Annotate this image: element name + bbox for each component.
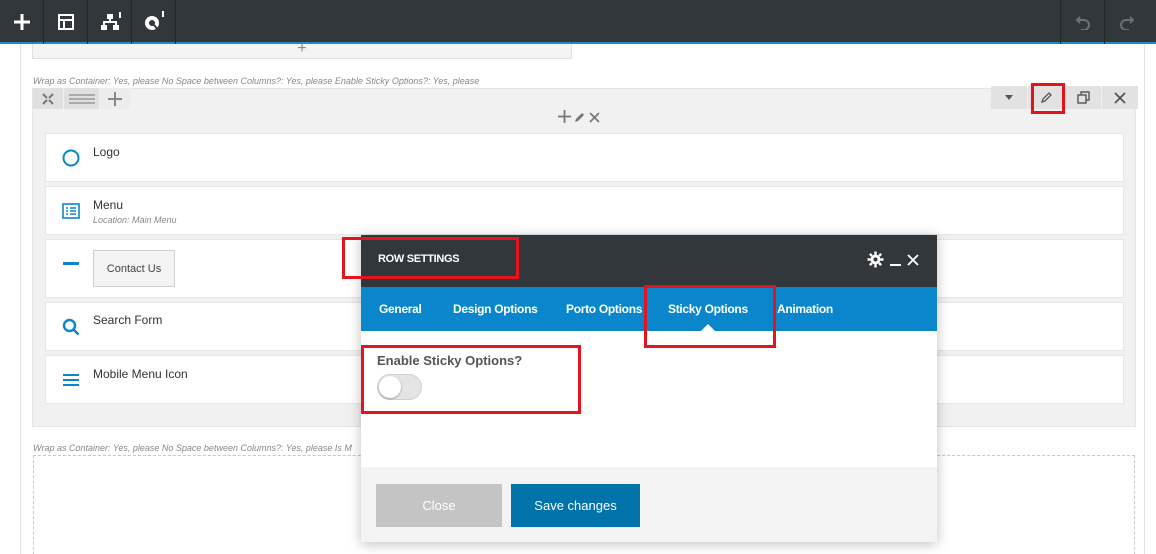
close-button[interactable]: Close xyxy=(376,484,502,527)
column-edit-pencil-icon[interactable] xyxy=(574,110,586,126)
clone-icon[interactable] xyxy=(1065,86,1101,109)
drag-handle-icon[interactable] xyxy=(64,88,100,109)
add-element-icon[interactable] xyxy=(0,0,44,44)
close-icon[interactable] xyxy=(907,253,919,271)
element-subtitle: Location: Main Menu xyxy=(93,215,177,225)
tab-sticky-options[interactable]: Sticky Options xyxy=(668,287,748,331)
delete-row-icon[interactable] xyxy=(1102,86,1138,109)
element-title: Menu xyxy=(93,198,124,212)
row-meta-info-2: Wrap as Container: Yes, please No Space … xyxy=(33,443,352,453)
modal-header-icons xyxy=(867,251,919,273)
tab-design-options[interactable]: Design Options xyxy=(453,287,538,331)
brand-icon[interactable] xyxy=(132,0,176,44)
sticky-options-label: Enable Sticky Options? xyxy=(377,353,523,368)
sticky-options-toggle[interactable] xyxy=(377,374,422,400)
top-toolbar xyxy=(0,0,1156,44)
element-logo[interactable]: Logo xyxy=(45,133,1124,182)
list-icon xyxy=(60,200,82,222)
row-meta-info: Wrap as Container: Yes, please No Space … xyxy=(33,76,480,86)
add-element-plus-icon[interactable] xyxy=(558,110,571,126)
edit-row-pencil-icon[interactable] xyxy=(1028,86,1064,109)
element-menu[interactable]: Menu Location: Main Menu xyxy=(45,186,1124,235)
row-controls-left xyxy=(33,88,131,109)
column-delete-icon[interactable] xyxy=(589,110,600,126)
previous-row-add[interactable]: + xyxy=(32,41,572,59)
contact-us-button[interactable]: Contact Us xyxy=(93,250,175,287)
row-controls-right xyxy=(990,86,1138,109)
search-icon xyxy=(60,316,82,338)
templates-icon[interactable] xyxy=(44,0,88,44)
undo-icon[interactable] xyxy=(1060,0,1104,44)
row-settings-modal: ROW SETTINGS General Design Options Port… xyxy=(361,235,937,542)
sitemap-icon[interactable] xyxy=(88,0,132,44)
gear-icon[interactable] xyxy=(867,251,884,273)
modal-title: ROW SETTINGS xyxy=(378,253,460,265)
redo-icon[interactable] xyxy=(1104,0,1148,44)
hamburger-icon xyxy=(60,369,82,391)
modal-tabs: General Design Options Porto Options Sti… xyxy=(361,287,937,331)
chevron-down-icon[interactable] xyxy=(991,86,1027,109)
element-title: Logo xyxy=(93,145,120,159)
column-controls xyxy=(558,110,600,126)
add-column-icon[interactable] xyxy=(100,88,131,109)
circle-icon xyxy=(60,147,82,169)
minimize-icon[interactable] xyxy=(890,253,901,272)
minus-icon xyxy=(60,253,82,275)
modal-header[interactable]: ROW SETTINGS xyxy=(361,235,937,287)
save-changes-button[interactable]: Save changes xyxy=(511,484,640,527)
tab-general[interactable]: General xyxy=(379,287,422,331)
expand-icon[interactable] xyxy=(33,88,64,109)
modal-footer: Close Save changes xyxy=(361,467,937,542)
element-title: Search Form xyxy=(93,313,163,327)
toggle-knob xyxy=(379,376,401,398)
element-title: Mobile Menu Icon xyxy=(93,367,188,381)
tab-porto-options[interactable]: Porto Options xyxy=(566,287,642,331)
tab-animation[interactable]: Animation xyxy=(777,287,833,331)
